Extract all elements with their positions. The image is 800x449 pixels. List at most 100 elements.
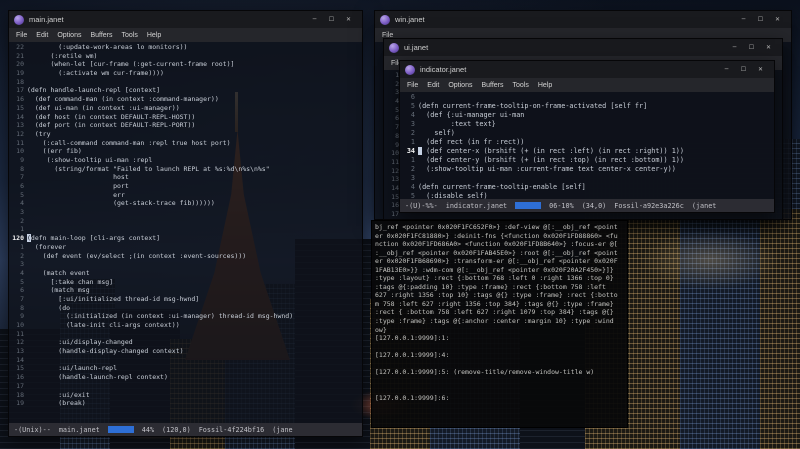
line-number: 12 bbox=[16, 338, 24, 347]
code-line: 10 (late-init cli-args context)) bbox=[9, 321, 362, 330]
text-cursor bbox=[418, 147, 423, 155]
menu-item-options[interactable]: Options bbox=[448, 82, 472, 89]
menu-bar: File Edit Options Buffers Tools Help bbox=[400, 78, 774, 92]
line-number: 19 bbox=[16, 399, 24, 408]
titlebar[interactable]: ui.janet ─ ☐ ✕ bbox=[384, 39, 782, 56]
close-button[interactable]: ✕ bbox=[340, 13, 357, 26]
terminal-line: [127.0.0.1:9999]:4: bbox=[375, 351, 450, 360]
repl-terminal[interactable]: bj_ref <pointer 0x020F1FC652F0>} :def-vi… bbox=[371, 220, 628, 428]
line-number: 13 bbox=[16, 121, 24, 130]
maximize-button[interactable]: ☐ bbox=[743, 41, 760, 54]
modeline: -(Unix)-- main.janet 44% (120,0) Fossil-… bbox=[9, 423, 362, 436]
menu-item-buffers[interactable]: Buffers bbox=[481, 82, 503, 89]
terminal-line: :tags @{:padding 10} :type :frame} :rect… bbox=[375, 282, 606, 291]
menu-item-buffers[interactable]: Buffers bbox=[90, 32, 112, 39]
code-line: 5 err bbox=[9, 191, 362, 200]
menu-item-edit[interactable]: Edit bbox=[427, 82, 439, 89]
line-number: 14 bbox=[16, 112, 24, 121]
close-button[interactable]: ✕ bbox=[752, 63, 769, 76]
code-line: 2 (:show-tooltip ui-man :current-frame t… bbox=[400, 165, 774, 174]
line-number: 1 bbox=[20, 242, 24, 251]
menu-item-tools[interactable]: Tools bbox=[122, 32, 138, 39]
code-line: 2 (def event (ev/select ;(in context :ev… bbox=[9, 252, 362, 261]
window-title: main.janet bbox=[29, 15, 64, 24]
code-line: 5 [:take chan msg] bbox=[9, 278, 362, 287]
close-button[interactable]: ✕ bbox=[760, 41, 777, 54]
line-number: 19 bbox=[16, 69, 24, 78]
window-title: indicator.janet bbox=[420, 65, 467, 74]
terminal-line: m 758 :left 627 :right 1356 :top 384} :t… bbox=[375, 299, 614, 308]
line-number: 2 bbox=[410, 129, 415, 137]
terminal-line: ow} bbox=[375, 325, 387, 334]
line-number: 22 bbox=[16, 43, 24, 51]
window-indicator-janet: indicator.janet ─ ☐ ✕ File Edit Options Buf… bbox=[399, 60, 775, 213]
line-number: 21 bbox=[16, 51, 24, 60]
line-number: 14 bbox=[16, 355, 24, 364]
code-line: 18 :ui/exit bbox=[9, 391, 362, 400]
menu-item-file[interactable]: File bbox=[16, 32, 27, 39]
code-line: 15 (def ui-man (in context :ui-manager)) bbox=[9, 104, 362, 113]
modeline-progress-bar bbox=[515, 202, 542, 209]
code-line: 13 (def port (in context DEFAULT-REPL-PO… bbox=[9, 121, 362, 130]
titlebar[interactable]: win.janet ─ ☐ ✕ bbox=[375, 11, 791, 28]
code-buffer-indicator[interactable]: 6 5 (defn current-frame-tooltip-on-frame-a… bbox=[400, 92, 774, 199]
menu-item-tools[interactable]: Tools bbox=[513, 82, 529, 89]
code-buffer-main[interactable]: 22 (:update-work-areas lo monitors)) 21 (… bbox=[9, 42, 362, 423]
modeline-percent: 06-10% bbox=[549, 201, 574, 210]
city-glow bbox=[640, 230, 780, 290]
maximize-button[interactable]: ☐ bbox=[752, 13, 769, 26]
terminal-line: [127.0.0.1:9999]:1: bbox=[375, 334, 450, 343]
terminal-line: :__obj_ref <pointer 0x020F1FAB45E0>} :ro… bbox=[375, 248, 618, 257]
text-cursor: ( bbox=[27, 234, 31, 243]
modeline-vc: Fossil-4f224bf16 bbox=[198, 425, 265, 434]
menu-item-file[interactable]: File bbox=[407, 82, 418, 89]
terminal-line: nction 0x020F1FD686A0> <function 0x020F1… bbox=[375, 240, 618, 249]
code-line: 9 (:show-tooltip ui-man :repl bbox=[9, 156, 362, 165]
minimize-button[interactable]: ─ bbox=[718, 63, 735, 76]
code-line: 8 (string/format "Failed to launch REPL … bbox=[9, 165, 362, 174]
line-number: 4 bbox=[20, 199, 24, 208]
minimize-button[interactable]: ─ bbox=[726, 41, 743, 54]
line-number: 3 bbox=[20, 260, 24, 269]
menu-item-help[interactable]: Help bbox=[147, 32, 161, 39]
minimize-button[interactable]: ─ bbox=[735, 13, 752, 26]
terminal-line: bj_ref <pointer 0x020F1FC652F0>} :def-vi… bbox=[375, 223, 618, 231]
close-button[interactable]: ✕ bbox=[769, 13, 786, 26]
code-line: 21 (:retile wm) bbox=[9, 52, 362, 61]
modeline-position: (120,0) bbox=[162, 425, 191, 434]
terminal-line: 1FAB13E0>}} :wdm-com @[:__obj_ref <point… bbox=[375, 265, 614, 274]
maximize-button[interactable]: ☐ bbox=[323, 13, 340, 26]
code-line: 19 (break) bbox=[9, 399, 362, 408]
menu-item-edit[interactable]: Edit bbox=[36, 32, 48, 39]
code-line: 10 ((err fib) bbox=[9, 147, 362, 156]
line-number: 4 bbox=[20, 268, 24, 277]
maximize-button[interactable]: ☐ bbox=[735, 63, 752, 76]
modeline-percent: 44% bbox=[141, 425, 155, 434]
menu-item-options[interactable]: Options bbox=[57, 32, 81, 39]
modeline-vc: Fossil-a92e3a226c bbox=[614, 201, 684, 210]
code-line: 18 bbox=[9, 78, 362, 87]
line-number: 34 bbox=[406, 147, 415, 155]
code-line: 20 (when-let [cur-frame (:get-current-fr… bbox=[9, 60, 362, 69]
line-number: 1 bbox=[410, 138, 415, 146]
titlebar[interactable]: indicator.janet ─ ☐ ✕ bbox=[400, 61, 774, 78]
modeline-buffer: indicator.janet bbox=[445, 201, 508, 210]
window-title: ui.janet bbox=[404, 43, 429, 52]
minimize-button[interactable]: ─ bbox=[306, 13, 323, 26]
desktop: main.janet ─ ☐ ✕ File Edit Options Buffers T… bbox=[0, 0, 800, 449]
titlebar[interactable]: main.janet ─ ☐ ✕ bbox=[9, 11, 362, 28]
modeline-mode: -(U)-%%- bbox=[405, 201, 438, 210]
line-number: 18 bbox=[16, 390, 24, 399]
code-line: 3 bbox=[9, 208, 362, 217]
line-number: 7 bbox=[20, 173, 24, 182]
modeline-tail: (janet bbox=[691, 201, 717, 210]
line-number: 6 bbox=[410, 93, 415, 101]
emacs-icon bbox=[405, 64, 415, 75]
window-title: win.janet bbox=[395, 15, 425, 24]
code-line: 2 self) bbox=[400, 129, 774, 138]
menu-item-help[interactable]: Help bbox=[538, 82, 552, 89]
modeline: -(U)-%%- indicator.janet 06-10% (34,0) F… bbox=[400, 199, 774, 212]
line-number: 9 bbox=[20, 312, 24, 321]
